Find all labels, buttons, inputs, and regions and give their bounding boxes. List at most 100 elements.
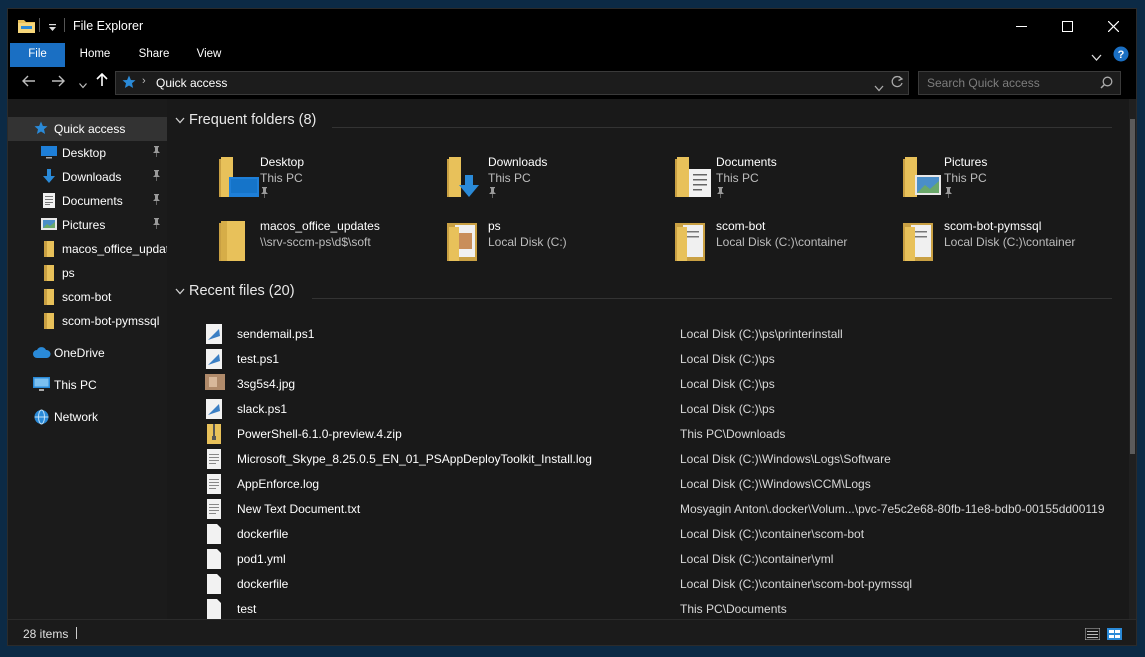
folder-location: Local Disk (C:)\container <box>944 235 1076 249</box>
recent-file-row[interactable]: New Text Document.txt Mosyagin Anton\.do… <box>167 496 1129 521</box>
folder-tile-macos-office-updates[interactable]: macos_office_updates \\srv-sccm-ps\d$\so… <box>207 215 427 271</box>
nav-item-label: Documents <box>62 194 123 208</box>
quick-access-toolbar-dropdown-icon[interactable] <box>48 20 57 38</box>
scrollbar-thumb[interactable] <box>1130 119 1135 454</box>
close-icon <box>1107 20 1119 32</box>
recent-locations-button[interactable] <box>79 76 87 92</box>
folder-tile-ps[interactable]: ps Local Disk (C:) <box>435 215 655 271</box>
close-button[interactable] <box>1090 9 1136 43</box>
pin-icon <box>152 194 161 208</box>
up-button[interactable] <box>96 72 108 90</box>
onedrive-cloud-icon <box>33 347 51 361</box>
nav-item-pictures[interactable]: Pictures <box>8 213 167 237</box>
forward-button[interactable] <box>51 74 65 90</box>
folder-icon <box>901 219 943 268</box>
search-box[interactable] <box>918 71 1121 95</box>
minimize-button[interactable] <box>998 9 1044 43</box>
folder-tile-scom-bot-pymssql[interactable]: scom-bot-pymssql Local Disk (C:)\contain… <box>891 215 1111 271</box>
folder-tile-desktop[interactable]: Desktop This PC <box>207 151 427 207</box>
nav-item-label: This PC <box>54 378 97 392</box>
nav-item-ps[interactable]: ps <box>8 261 167 285</box>
tab-file[interactable]: File <box>10 43 65 67</box>
details-view-icon[interactable] <box>1084 627 1101 645</box>
refresh-icon[interactable] <box>891 75 904 94</box>
recent-file-row[interactable]: test This PC\Documents <box>167 596 1129 619</box>
tab-home[interactable]: Home <box>70 43 120 67</box>
minimize-icon <box>1015 25 1027 27</box>
expand-ribbon-icon[interactable] <box>1091 49 1102 67</box>
file-location: Local Disk (C:)\ps\printerinstall <box>680 327 843 341</box>
folder-tile-documents[interactable]: Documents This PC <box>663 151 883 207</box>
tab-share[interactable]: Share <box>128 43 180 67</box>
recent-file-row[interactable]: 3sg5s4.jpg Local Disk (C:)\ps <box>167 371 1129 396</box>
file-name: sendemail.ps1 <box>237 327 315 341</box>
nav-item-this-pc[interactable]: This PC <box>8 373 167 397</box>
vertical-scrollbar[interactable] <box>1129 99 1136 619</box>
folder-name: Downloads <box>488 155 548 169</box>
file-name: test.ps1 <box>237 352 280 366</box>
nav-item-macos-office-updates[interactable]: macos_office_updates <box>8 237 167 261</box>
help-icon[interactable]: ? <box>1113 46 1129 67</box>
large-icons-view-icon[interactable] <box>1107 627 1122 645</box>
pin-icon <box>488 187 497 200</box>
breadcrumb-quick-access[interactable]: Quick access <box>156 76 227 90</box>
nav-item-scom-bot-pymssql[interactable]: scom-bot-pymssql <box>8 309 167 333</box>
file-name: Microsoft_Skype_8.25.0.5_EN_01_PSAppDepl… <box>237 452 592 466</box>
chevron-down-icon <box>175 115 189 127</box>
folder-tile-scom-bot[interactable]: scom-bot Local Disk (C:)\container <box>663 215 883 271</box>
search-icon[interactable] <box>1100 76 1113 94</box>
maximize-button[interactable] <box>1044 9 1090 43</box>
folder-name: scom-bot-pymssql <box>944 219 1042 233</box>
back-arrow-icon <box>22 75 35 87</box>
download-icon <box>42 169 56 187</box>
recent-file-row[interactable]: test.ps1 Local Disk (C:)\ps <box>167 346 1129 371</box>
file-location: Local Disk (C:)\ps <box>680 352 775 366</box>
nav-item-label: Downloads <box>62 170 122 184</box>
recent-file-row[interactable]: sendemail.ps1 Local Disk (C:)\ps\printer… <box>167 321 1129 346</box>
recent-files-header[interactable]: Recent files (20) <box>175 283 295 299</box>
address-bar[interactable]: › Quick access <box>115 71 909 95</box>
recent-files-title: Recent files (20) <box>189 283 295 299</box>
navigation-pane: Quick access Desktop Downloads Documents <box>8 99 167 619</box>
file-location: This PC\Documents <box>680 602 787 616</box>
up-arrow-icon <box>96 72 108 86</box>
pin-icon <box>944 187 953 200</box>
file-location: Local Disk (C:)\Windows\CCM\Logs <box>680 477 871 491</box>
recent-file-row[interactable]: PowerShell-6.1.0-preview.4.zip This PC\D… <box>167 421 1129 446</box>
pictures-icon <box>41 217 57 234</box>
back-button[interactable] <box>22 74 36 90</box>
file-name: slack.ps1 <box>237 402 288 416</box>
pin-icon <box>152 170 161 184</box>
status-bar: 28 items <box>8 619 1136 645</box>
nav-item-quick-access[interactable]: Quick access <box>8 117 167 141</box>
nav-item-desktop[interactable]: Desktop <box>8 141 167 165</box>
this-pc-icon <box>33 377 50 395</box>
breadcrumb-separator-icon: › <box>142 75 146 87</box>
nav-item-network[interactable]: Network <box>8 405 167 429</box>
tab-view[interactable]: View <box>188 43 230 67</box>
address-dropdown-icon[interactable] <box>874 79 884 97</box>
recent-file-row[interactable]: Microsoft_Skype_8.25.0.5_EN_01_PSAppDepl… <box>167 446 1129 471</box>
documents-folder-icon <box>673 155 715 204</box>
file-location: Mosyagin Anton\.docker\Volum...\pvc-7e5c… <box>680 502 1105 516</box>
recent-file-row[interactable]: dockerfile Local Disk (C:)\container\sco… <box>167 571 1129 596</box>
recent-file-row[interactable]: dockerfile Local Disk (C:)\container\sco… <box>167 521 1129 546</box>
nav-item-documents[interactable]: Documents <box>8 189 167 213</box>
section-divider <box>312 298 1112 299</box>
nav-item-scom-bot[interactable]: scom-bot <box>8 285 167 309</box>
folder-location: Local Disk (C:) <box>488 235 567 249</box>
folder-tile-pictures[interactable]: Pictures This PC <box>891 151 1111 207</box>
nav-item-onedrive[interactable]: OneDrive <box>8 341 167 365</box>
search-input[interactable] <box>919 72 1089 94</box>
nav-item-label: OneDrive <box>54 346 105 360</box>
nav-item-downloads[interactable]: Downloads <box>8 165 167 189</box>
frequent-folders-header[interactable]: Frequent folders (8) <box>175 112 316 128</box>
recent-file-row[interactable]: AppEnforce.log Local Disk (C:)\Windows\C… <box>167 471 1129 496</box>
nav-item-label: ps <box>62 266 75 280</box>
network-icon <box>33 409 50 428</box>
recent-file-row[interactable]: pod1.yml Local Disk (C:)\container\yml <box>167 546 1129 571</box>
folder-tile-downloads[interactable]: Downloads This PC <box>435 151 655 207</box>
recent-file-row[interactable]: slack.ps1 Local Disk (C:)\ps <box>167 396 1129 421</box>
folder-icon <box>44 265 54 284</box>
file-location: Local Disk (C:)\ps <box>680 377 775 391</box>
